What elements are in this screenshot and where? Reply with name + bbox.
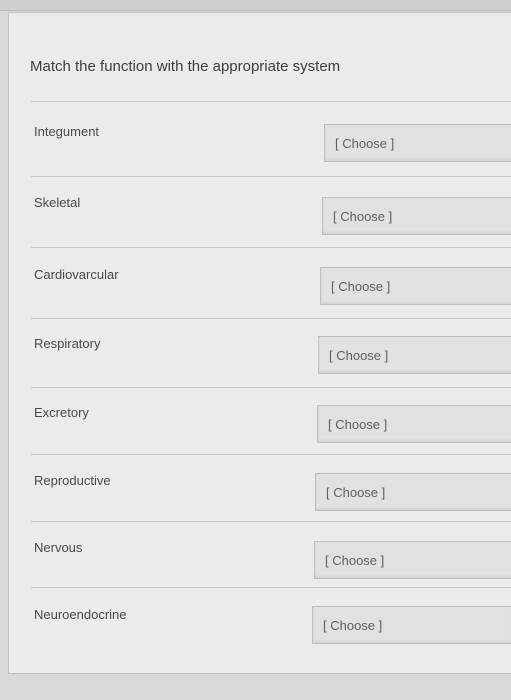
row-label-respiratory: Respiratory xyxy=(34,336,101,351)
divider xyxy=(31,101,511,102)
select-value: [ Choose ] xyxy=(335,136,395,151)
choose-select-reproductive[interactable]: [ Choose ] xyxy=(315,473,511,511)
select-value: [ Choose ] xyxy=(329,348,389,363)
choose-select-nervous[interactable]: [ Choose ] xyxy=(314,541,511,579)
row-label-reproductive: Reproductive xyxy=(34,473,111,488)
choose-select-skeletal[interactable]: [ Choose ] xyxy=(322,197,511,235)
divider xyxy=(31,387,511,388)
row-label-cardiovascular: Cardiovarcular xyxy=(34,267,119,282)
row-label-excretory: Excretory xyxy=(34,405,89,420)
select-value: [ Choose ] xyxy=(325,553,385,568)
browser-top-bar xyxy=(0,0,511,11)
select-value: [ Choose ] xyxy=(323,618,383,633)
question-prompt: Match the function with the appropriate … xyxy=(30,58,341,75)
choose-select-cardiovascular[interactable]: [ Choose ] xyxy=(320,267,511,305)
choose-select-respiratory[interactable]: [ Choose ] xyxy=(318,336,511,374)
divider xyxy=(31,454,511,455)
select-value: [ Choose ] xyxy=(331,279,391,294)
divider xyxy=(31,521,511,522)
select-value: [ Choose ] xyxy=(328,417,388,432)
row-label-skeletal: Skeletal xyxy=(34,195,81,210)
select-value: [ Choose ] xyxy=(326,485,386,500)
choose-select-excretory[interactable]: [ Choose ] xyxy=(317,405,511,443)
choose-select-integument[interactable]: [ Choose ] xyxy=(324,124,511,162)
question-panel: Match the function with the appropriate … xyxy=(8,12,511,674)
divider xyxy=(31,176,511,177)
choose-select-neuroendocrine[interactable]: [ Choose ] xyxy=(312,606,511,644)
divider xyxy=(31,247,511,248)
divider xyxy=(31,587,511,588)
row-label-neuroendocrine: Neuroendocrine xyxy=(34,607,127,622)
row-label-integument: Integument xyxy=(34,124,100,139)
select-value: [ Choose ] xyxy=(333,209,393,224)
divider xyxy=(31,318,511,319)
row-label-nervous: Nervous xyxy=(34,540,83,555)
